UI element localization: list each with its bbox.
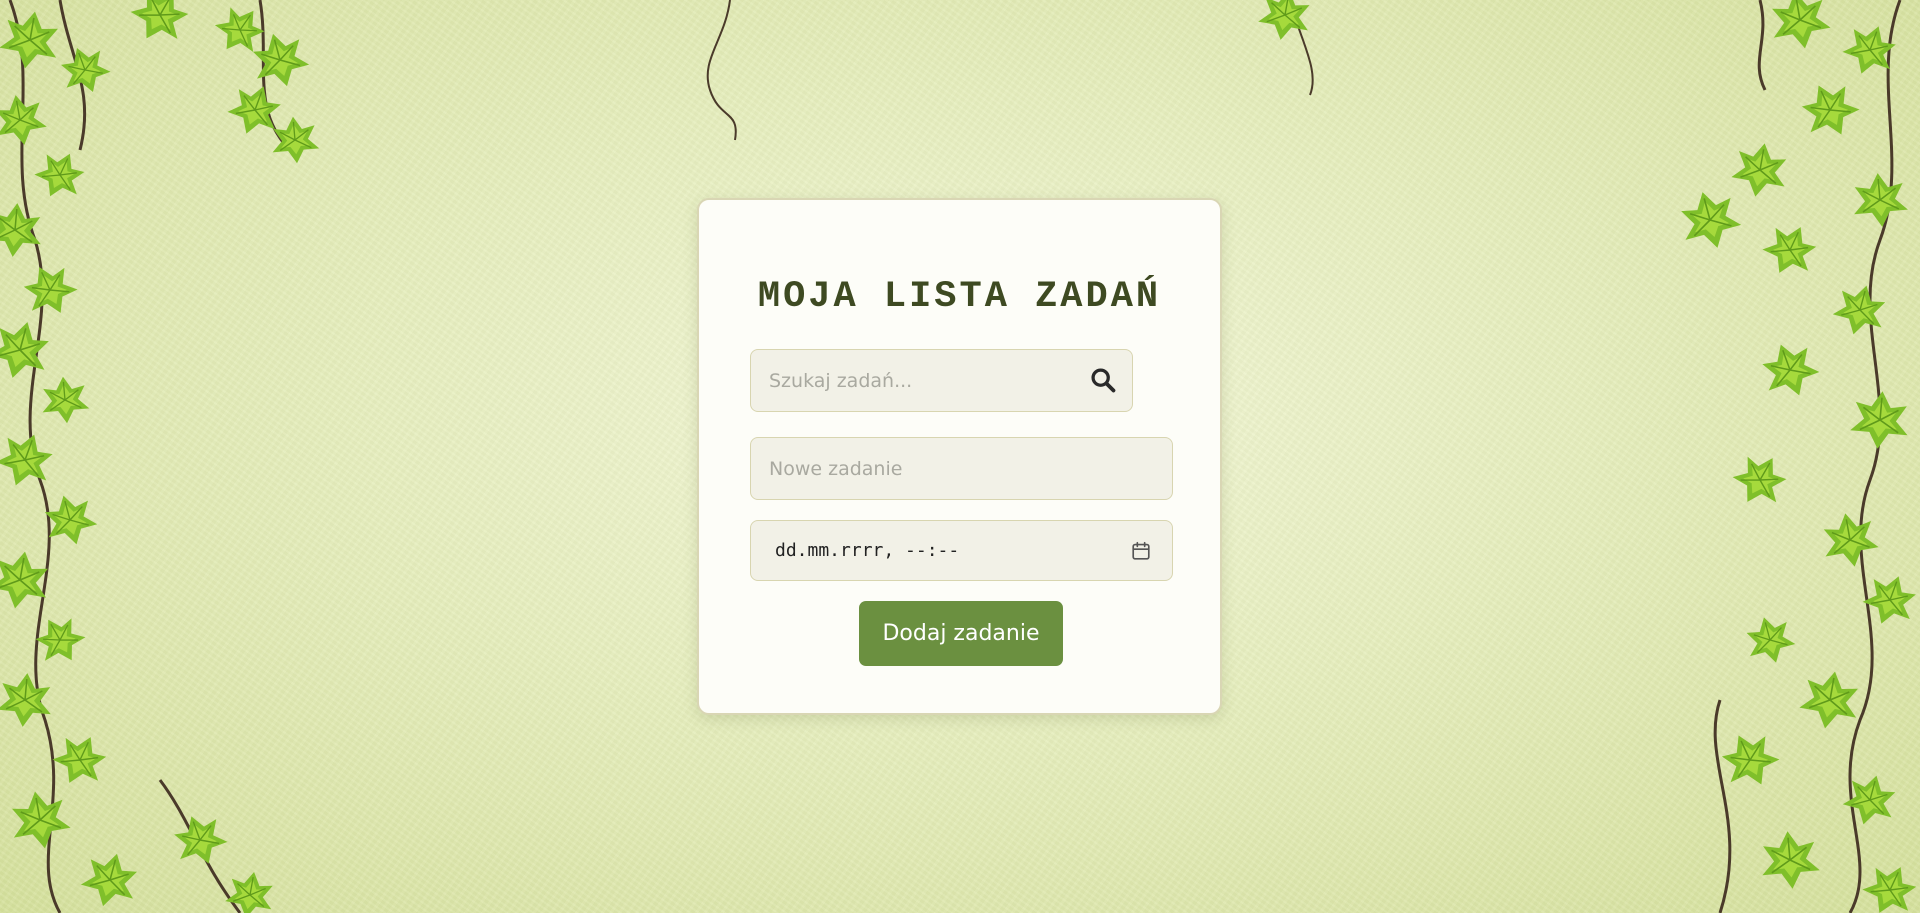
todo-card: MOJA LISTA ZADAŃ dd.mm.rrrr, --:-- Dodaj… xyxy=(697,198,1222,715)
page-title: MOJA LISTA ZADAŃ xyxy=(757,276,1162,318)
search-bar xyxy=(750,349,1133,412)
due-date-input[interactable]: dd.mm.rrrr, --:-- xyxy=(750,520,1173,581)
top-middle-vine xyxy=(706,0,1314,141)
search-icon[interactable] xyxy=(1089,366,1117,394)
left-vine xyxy=(8,0,292,913)
right-vine xyxy=(1713,0,1902,913)
calendar-icon[interactable] xyxy=(1130,540,1152,562)
right-leaves xyxy=(1673,0,1920,913)
search-input[interactable] xyxy=(750,349,1133,412)
new-task-input[interactable] xyxy=(750,437,1173,500)
due-date-text: dd.mm.rrrr, --:-- xyxy=(775,540,960,561)
add-task-button[interactable]: Dodaj zadanie xyxy=(859,601,1063,666)
left-leaves xyxy=(0,0,322,913)
